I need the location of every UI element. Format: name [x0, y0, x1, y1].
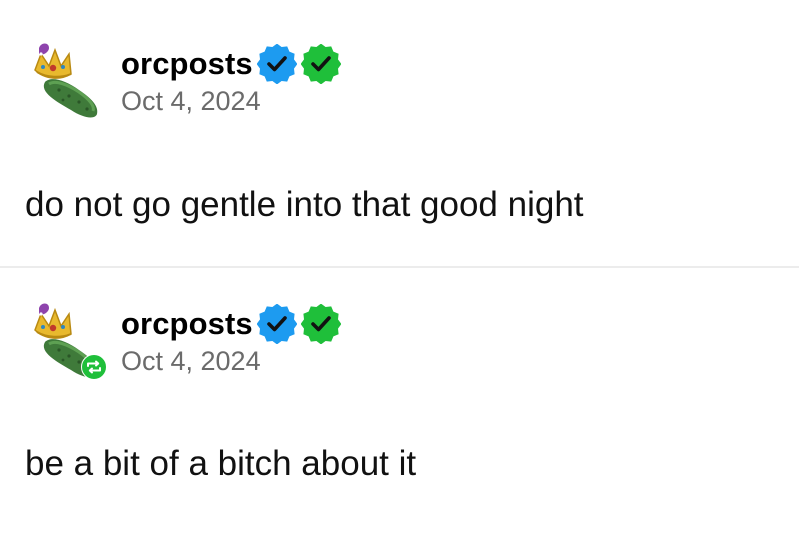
post-2: orcposts Oct 4, 2024 be a bit of a bitch… [0, 268, 799, 548]
post-1: orcposts Oct 4, 2024 do not go gentle in… [0, 0, 799, 268]
avatar[interactable] [25, 40, 105, 120]
post-body: be a bit of a bitch about it [25, 444, 417, 483]
post-date[interactable]: Oct 4, 2024 [121, 84, 261, 118]
crowned-cucumber-icon [33, 42, 99, 119]
name-row: orcposts [121, 304, 341, 344]
post-header: orcposts Oct 4, 2024 [25, 40, 725, 130]
username[interactable]: orcposts [121, 46, 253, 82]
blue-verified-checkmark-icon [256, 304, 297, 344]
username[interactable]: orcposts [121, 306, 253, 342]
green-verified-checkmark-icon [300, 304, 341, 344]
post-header: orcposts Oct 4, 2024 [25, 300, 725, 390]
post-date[interactable]: Oct 4, 2024 [121, 344, 261, 378]
name-row: orcposts [121, 44, 341, 84]
reblog-icon [81, 354, 107, 380]
blue-verified-checkmark-icon [256, 44, 297, 84]
post-body: do not go gentle into that good night [25, 185, 584, 224]
green-verified-checkmark-icon [300, 44, 341, 84]
